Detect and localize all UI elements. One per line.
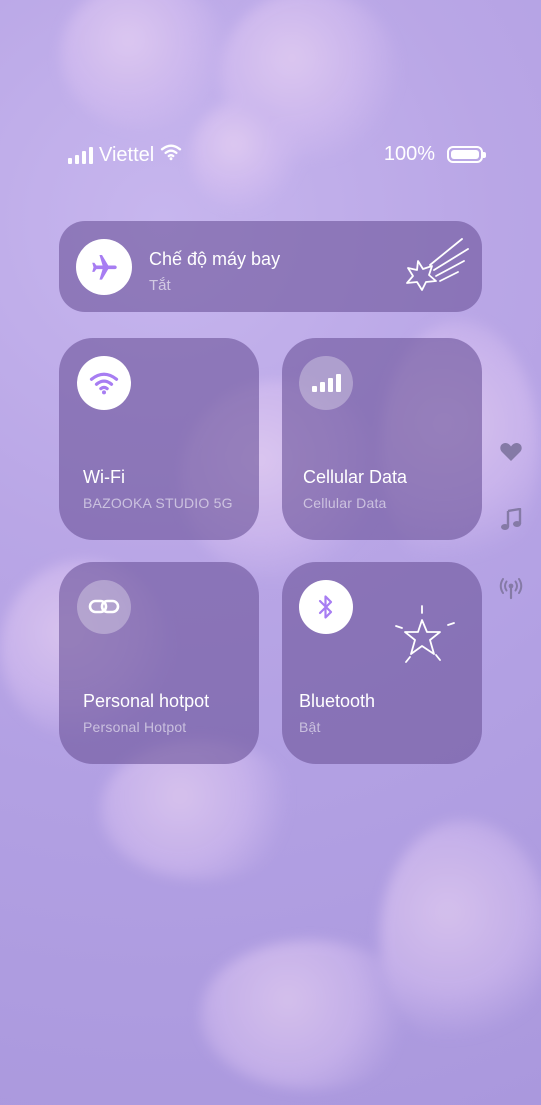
cellular-signal-icon <box>299 356 353 410</box>
airplane-mode-status: Tắt <box>149 277 171 294</box>
shooting-star-icon <box>396 235 472 302</box>
broadcast-icon[interactable] <box>498 576 524 600</box>
wifi-network-name: BAZOOKA STUDIO 5G <box>83 495 233 511</box>
personal-hotspot-subtitle: Personal Hotpot <box>83 719 187 735</box>
wifi-status-icon <box>160 143 182 167</box>
bluetooth-tile[interactable]: Bluetooth Bật <box>282 562 482 764</box>
sparkle-star-icon <box>392 604 456 673</box>
cellular-data-subtitle: Cellular Data <box>303 495 387 511</box>
cellular-data-tile[interactable]: Cellular Data Cellular Data <box>282 338 482 540</box>
airplane-mode-toggle[interactable]: Chế độ máy bay Tắt <box>59 221 482 312</box>
wifi-title: Wi-Fi <box>83 467 125 487</box>
carrier-name: Viettel <box>99 143 155 166</box>
bluetooth-status: Bật <box>299 719 321 735</box>
airplane-icon <box>76 239 132 295</box>
heart-icon[interactable] <box>498 440 524 462</box>
battery-percentage: 100% <box>383 143 435 165</box>
personal-hotspot-title: Personal hotpot <box>83 691 210 711</box>
personal-hotspot-tile[interactable]: Personal hotpot Personal Hotpot <box>59 562 259 764</box>
bluetooth-icon <box>299 580 353 634</box>
background-butterfly-bottom <box>200 820 541 1105</box>
music-note-icon[interactable] <box>498 508 524 532</box>
bluetooth-title: Bluetooth <box>299 691 376 711</box>
airplane-mode-label: Chế độ máy bay <box>149 249 281 269</box>
status-bar: Viettel 100% <box>0 140 541 170</box>
wifi-icon <box>77 356 131 410</box>
cellular-data-title: Cellular Data <box>303 467 408 487</box>
link-icon <box>77 580 131 634</box>
background-butterfly-top <box>40 0 400 210</box>
wifi-tile[interactable]: Wi-Fi BAZOOKA STUDIO 5G <box>59 338 259 540</box>
battery-icon <box>447 146 486 163</box>
signal-strength-icon <box>68 146 93 164</box>
